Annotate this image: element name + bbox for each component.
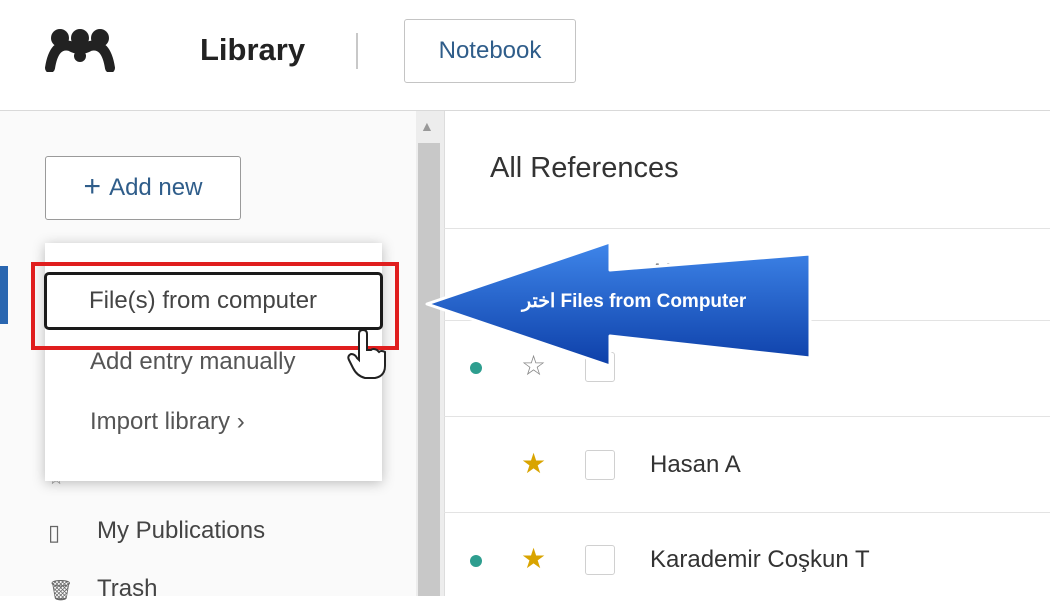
sidebar-item-trash[interactable]: Trash bbox=[97, 575, 157, 603]
add-new-button[interactable]: + Add new bbox=[45, 156, 241, 220]
author-cell: Hasan A bbox=[650, 451, 741, 478]
row-separator bbox=[444, 512, 1050, 513]
add-new-label: Add new bbox=[109, 174, 203, 201]
sidebar-item-my-publications[interactable]: My Publications bbox=[97, 517, 265, 545]
unread-dot bbox=[470, 555, 482, 567]
notebook-button[interactable]: Notebook bbox=[404, 19, 576, 83]
menu-item-import-library[interactable]: Import library › bbox=[90, 408, 245, 436]
top-bar: Library Notebook bbox=[0, 0, 1050, 111]
star-filled-icon[interactable]: ★ bbox=[521, 545, 546, 573]
active-nav-indicator bbox=[0, 266, 8, 324]
section-title: All References bbox=[490, 152, 679, 184]
mendeley-logo-icon[interactable] bbox=[44, 28, 116, 72]
row-checkbox[interactable] bbox=[585, 545, 615, 575]
page-title: Library bbox=[200, 32, 306, 67]
header-separator bbox=[444, 228, 1050, 229]
row-separator bbox=[444, 416, 1050, 417]
hand-cursor-icon bbox=[347, 330, 386, 379]
callout-text: اختر Files from Computer bbox=[522, 291, 747, 312]
author-cell: Karademir Coşkun T bbox=[650, 546, 870, 573]
publications-icon: ▯ bbox=[48, 520, 61, 545]
highlight-box bbox=[31, 262, 399, 350]
trash-icon: 🗑 bbox=[48, 580, 74, 602]
plus-icon: + bbox=[83, 169, 102, 203]
menu-item-add-entry-manually[interactable]: Add entry manually bbox=[90, 348, 295, 376]
scroll-up-icon[interactable]: ▲ bbox=[420, 118, 434, 134]
title-divider bbox=[356, 33, 358, 69]
row-checkbox[interactable] bbox=[585, 450, 615, 480]
star-filled-icon[interactable]: ★ bbox=[521, 450, 546, 478]
